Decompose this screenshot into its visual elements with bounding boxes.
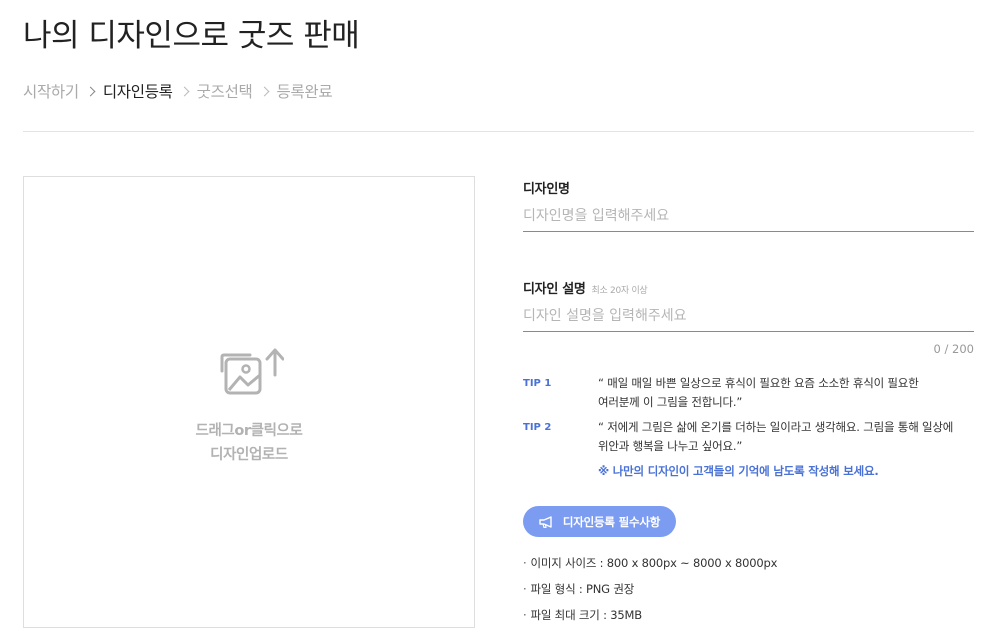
description-char-counter: 0 / 200 [933,342,974,356]
upload-instruction-line1: 드래그or클릭으로 [195,423,303,439]
breadcrumb-step-start[interactable]: 시작하기 [23,80,79,102]
tip-text-line: 위안과 행복을 나누고 싶어요.” [598,439,743,453]
design-description-label: 디자인 설명 최소 20자 이상 [523,278,648,297]
chevron-right-icon [259,86,269,96]
header-divider [23,131,974,132]
spec-text: 파일 최대 크기 : 35MB [530,608,642,622]
chevron-right-icon [179,86,190,96]
design-description-input[interactable] [523,300,974,332]
tip-note: ※ 나만의 디자인이 고객들의 기억에 남도록 작성해 보세요. [598,464,879,478]
image-upload-icon [220,348,284,395]
spec-text: 파일 형식 : PNG 권장 [530,582,635,596]
description-min-length-hint: 최소 20자 이상 [591,286,648,296]
upload-instruction-line2: 디자인업로드 [210,447,288,463]
design-upload-dropzone[interactable]: 드래그or클릭으로 디자인업로드 [23,176,475,628]
design-requirements-button[interactable]: 디자인등록 필수사항 [523,506,676,537]
chevron-right-icon [85,86,96,96]
megaphone-icon [539,515,552,528]
tip-text-line: 여러분께 이 그림을 전합니다.” [598,395,743,409]
breadcrumb: 시작하기 디자인등록 굿즈선택 등록완료 [23,80,333,102]
breadcrumb-step-complete[interactable]: 등록완료 [277,80,333,102]
tip-label: TIP 2 [523,422,552,433]
spec-item: · 이미지 사이즈 : 800 x 800px ~ 8000 x 8000px [523,556,778,570]
design-name-label: 디자인명 [523,182,570,197]
spec-item: · 파일 형식 : PNG 권장 [523,582,635,596]
page-title: 나의 디자인으로 굿즈 판매 [23,18,360,54]
tip-label: TIP 1 [523,378,552,389]
breadcrumb-step-goods-select[interactable]: 굿즈선택 [197,80,253,102]
spec-item: · 파일 최대 크기 : 35MB [523,608,642,622]
tip-text-line: “ 매일 매일 바쁜 일상으로 휴식이 필요한 요즘 소소한 휴식이 필요한 [598,376,919,390]
design-description-label-text: 디자인 설명 [523,282,586,297]
tip-text-line: “ 저에게 그림은 삶에 온기를 더하는 일이라고 생각해요. 그림을 통해 일… [598,420,954,434]
design-name-input[interactable] [523,200,974,232]
spec-text: 이미지 사이즈 : 800 x 800px ~ 8000 x 8000px [530,556,778,570]
design-requirements-button-label: 디자인등록 필수사항 [562,514,661,529]
breadcrumb-step-design-register[interactable]: 디자인등록 [103,80,173,102]
